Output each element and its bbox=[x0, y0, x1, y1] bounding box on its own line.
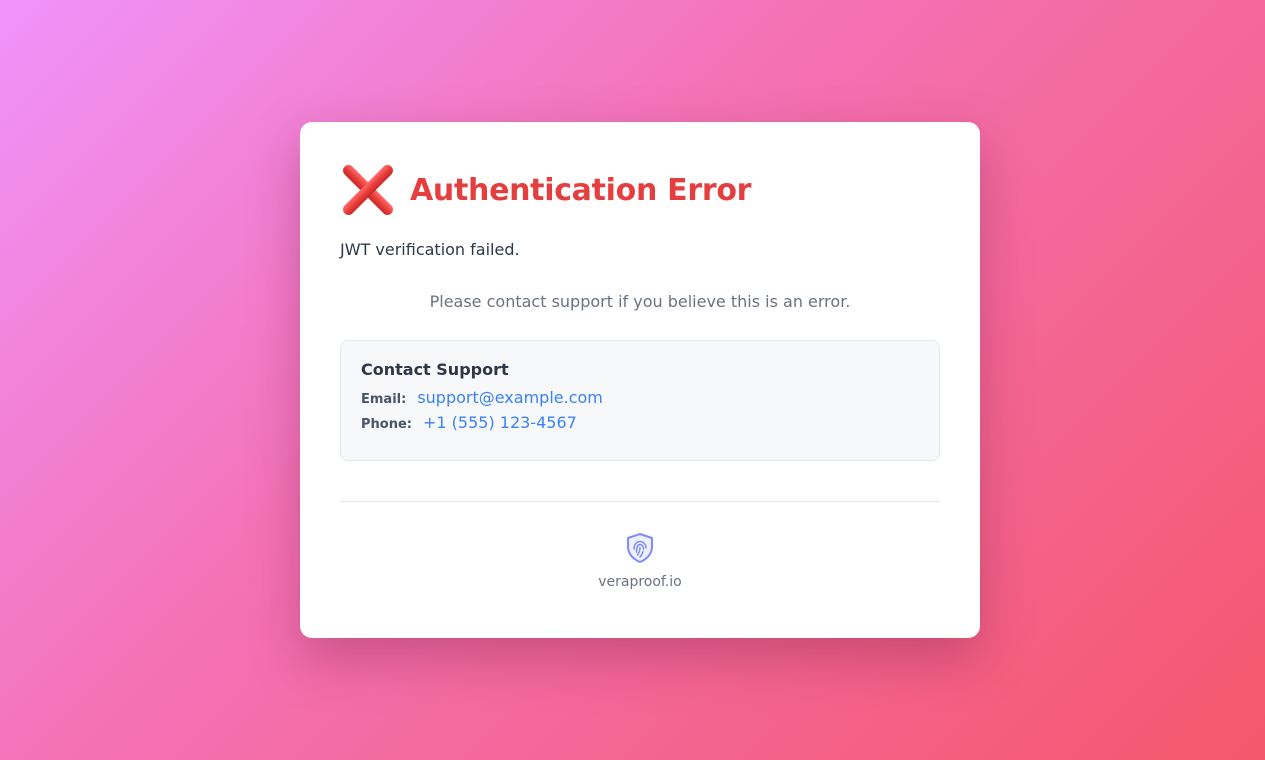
help-text: Please contact support if you believe th… bbox=[429, 292, 851, 311]
phone-link[interactable]: +1 (555) 123-4567 bbox=[423, 413, 577, 432]
cross-mark-icon bbox=[340, 162, 396, 218]
error-message: JWT verification failed. bbox=[340, 240, 520, 259]
email-link[interactable]: support@example.com bbox=[417, 388, 603, 407]
footer-domain: veraproof.io bbox=[598, 574, 682, 590]
divider bbox=[340, 501, 940, 502]
contact-title: Contact Support bbox=[361, 360, 509, 379]
email-label: Email: bbox=[361, 392, 407, 407]
phone-label: Phone: bbox=[361, 417, 412, 432]
footer: veraproof.io bbox=[340, 532, 940, 590]
shield-fingerprint-icon bbox=[625, 532, 655, 564]
page-title: Authentication Error bbox=[410, 172, 752, 208]
phone-row: Phone: +1 (555) 123-4567 bbox=[361, 413, 919, 432]
email-row: Email: support@example.com bbox=[361, 388, 919, 407]
error-card: Authentication Error JWT verification fa… bbox=[300, 122, 980, 638]
contact-support-box: Contact Support Email: support@example.c… bbox=[340, 340, 940, 461]
title-row: Authentication Error bbox=[340, 162, 940, 218]
